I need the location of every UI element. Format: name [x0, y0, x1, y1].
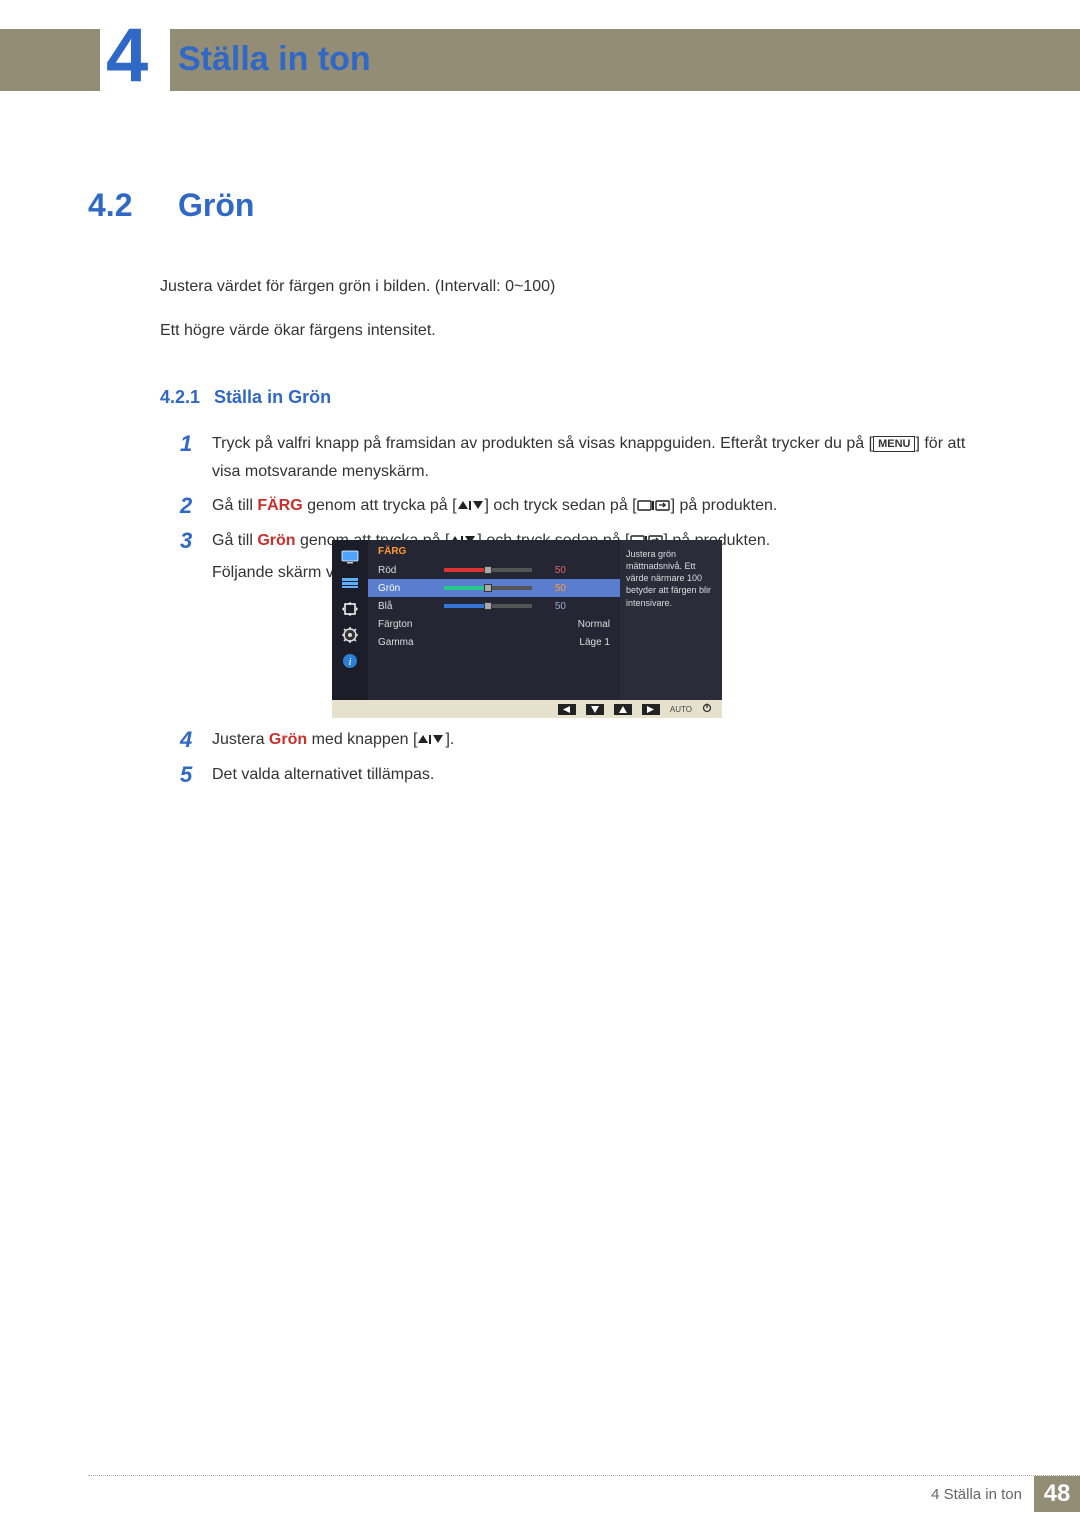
step-number-2: 2 [180, 492, 194, 521]
step-number-3: 3 [180, 527, 194, 587]
osd-screenshot: i FÄRG Röd 50 Grön 50 Blå 50 Färgton Nor… [332, 540, 722, 718]
down-arrow-icon [586, 704, 604, 715]
section-title: Grön [178, 187, 254, 224]
info-icon: i [340, 652, 360, 670]
osd-title: FÄRG [368, 544, 620, 561]
resize-icon [340, 600, 360, 618]
step-list-cont: 4 Justera Grön med knappen []. 5 Det val… [180, 726, 990, 795]
power-icon [702, 703, 712, 715]
section-number: 4.2 [88, 187, 148, 224]
step-4-text: Justera Grön med knappen []. [212, 726, 990, 755]
intro-line-1: Justera värdet för färgen grön i bilden.… [160, 274, 990, 300]
osd-panel: FÄRG Röd 50 Grön 50 Blå 50 Färgton Norma… [368, 540, 620, 700]
right-arrow-icon [642, 704, 660, 715]
footer-chapter-label: 4 Ställa in ton [931, 1476, 1034, 1512]
screen-enter-icon [637, 497, 671, 514]
chapter-number: 4 [106, 18, 148, 94]
osd-row-gamma: Gamma Läge 1 [368, 633, 620, 651]
up-down-arrow-icon [417, 731, 445, 748]
step-5-text: Det valda alternativet tillämpas. [212, 761, 990, 790]
gear-icon [340, 626, 360, 644]
page-number: 48 [1034, 1476, 1080, 1512]
osd-help-text: Justera grön mättnadsnivå. Ett värde när… [620, 540, 722, 700]
chapter-title: Ställa in ton [178, 40, 371, 79]
osd-row-red: Röd 50 [368, 561, 620, 579]
step-number-1: 1 [180, 430, 194, 486]
osd-button-bar: AUTO [332, 700, 722, 718]
osd-sidebar: i [332, 540, 368, 700]
monitor-icon [340, 548, 360, 566]
up-arrow-icon [614, 704, 632, 715]
up-down-arrow-icon [457, 497, 485, 514]
left-arrow-icon [558, 704, 576, 715]
section-body: 4.2 Grön Justera värdet för färgen grön … [88, 187, 990, 593]
footer: 4 Ställa in ton 48 [931, 1476, 1080, 1512]
step-1-text: Tryck på valfri knapp på framsidan av pr… [212, 430, 990, 486]
step-2-text: Gå till FÄRG genom att trycka på [] och … [212, 492, 990, 521]
svg-text:i: i [348, 656, 351, 668]
osd-row-green: Grön 50 [368, 579, 620, 597]
subsection-title: Ställa in Grön [214, 387, 331, 408]
step-number-5: 5 [180, 761, 194, 790]
step-number-4: 4 [180, 726, 194, 755]
osd-auto-label: AUTO [670, 705, 692, 714]
list-icon [340, 574, 360, 592]
subsection-number: 4.2.1 [160, 387, 200, 408]
osd-row-tone: Färgton Normal [368, 615, 620, 633]
intro-line-2: Ett högre värde ökar färgens intensitet. [160, 318, 990, 344]
osd-row-blue: Blå 50 [368, 597, 620, 615]
menu-key-icon: MENU [873, 436, 915, 452]
